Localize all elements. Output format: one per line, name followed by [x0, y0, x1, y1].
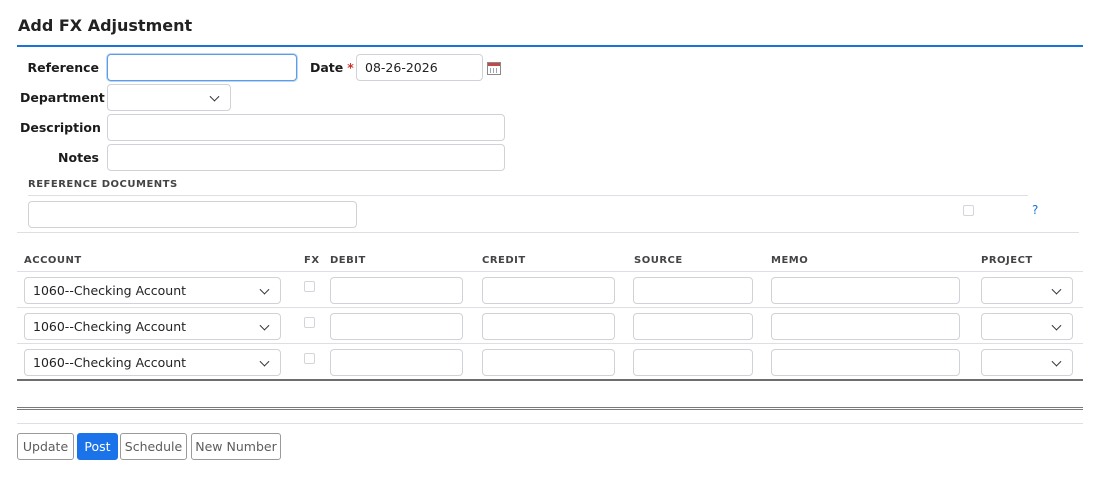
chevron-down-icon: [259, 320, 270, 331]
totals-double-rule: [17, 407, 1083, 410]
actions-divider: [17, 423, 1083, 424]
calendar-icon[interactable]: [487, 62, 501, 75]
reference-documents-divider: [28, 195, 1028, 196]
notes-label: Notes: [58, 150, 99, 165]
notes-input[interactable]: [107, 144, 505, 171]
department-select[interactable]: [107, 84, 231, 111]
account-value: 1060--Checking Account: [33, 283, 187, 298]
table-row-divider: [17, 307, 1083, 308]
table-header-divider: [17, 271, 1083, 272]
debit-input[interactable]: [330, 349, 463, 376]
memo-input[interactable]: [771, 313, 960, 340]
account-select[interactable]: 1060--Checking Account: [24, 277, 281, 304]
col-project: PROJECT: [981, 255, 1033, 266]
account-select[interactable]: 1060--Checking Account: [24, 313, 281, 340]
chevron-down-icon: [259, 284, 270, 295]
project-select[interactable]: [981, 313, 1073, 340]
schedule-button[interactable]: Schedule: [120, 433, 187, 460]
chevron-down-icon: [1051, 356, 1062, 367]
project-select[interactable]: [981, 277, 1073, 304]
col-source: SOURCE: [634, 255, 683, 266]
fx-checkbox[interactable]: [304, 317, 315, 328]
reference-documents-heading: REFERENCE DOCUMENTS: [28, 179, 178, 190]
reference-documents-checkbox[interactable]: [963, 205, 974, 216]
col-fx: FX: [304, 255, 320, 266]
credit-input[interactable]: [482, 349, 615, 376]
col-account: ACCOUNT: [24, 255, 82, 266]
page-title: Add FX Adjustment: [18, 16, 193, 35]
memo-input[interactable]: [771, 349, 960, 376]
fx-checkbox[interactable]: [304, 281, 315, 292]
credit-input[interactable]: [482, 277, 615, 304]
chevron-down-icon: [209, 91, 220, 102]
account-value: 1060--Checking Account: [33, 319, 187, 334]
fx-checkbox[interactable]: [304, 353, 315, 364]
source-input[interactable]: [633, 277, 753, 304]
table-row-divider: [17, 343, 1083, 344]
credit-input[interactable]: [482, 313, 615, 340]
chevron-down-icon: [259, 356, 270, 367]
date-input[interactable]: 08-26-2026: [356, 54, 483, 81]
reference-label: Reference: [27, 60, 99, 75]
col-credit: CREDIT: [482, 255, 526, 266]
debit-input[interactable]: [330, 277, 463, 304]
account-select[interactable]: 1060--Checking Account: [24, 349, 281, 376]
account-value: 1060--Checking Account: [33, 355, 187, 370]
source-input[interactable]: [633, 349, 753, 376]
col-debit: DEBIT: [330, 255, 366, 266]
title-divider: [17, 45, 1083, 47]
chevron-down-icon: [1051, 284, 1062, 295]
description-input[interactable]: [107, 114, 505, 141]
reference-documents-input[interactable]: [28, 201, 357, 228]
table-footer-rule: [17, 379, 1083, 381]
update-button[interactable]: Update: [17, 433, 74, 460]
date-label: Date *: [310, 60, 354, 75]
section-divider: [17, 232, 1079, 233]
department-label: Department: [20, 90, 105, 105]
memo-input[interactable]: [771, 277, 960, 304]
source-input[interactable]: [633, 313, 753, 340]
help-link[interactable]: ?: [1032, 203, 1038, 217]
project-select[interactable]: [981, 349, 1073, 376]
required-marker: *: [347, 60, 354, 75]
post-button[interactable]: Post: [77, 433, 118, 460]
reference-input[interactable]: [107, 54, 297, 81]
col-memo: MEMO: [771, 255, 809, 266]
description-label: Description: [20, 120, 101, 135]
debit-input[interactable]: [330, 313, 463, 340]
chevron-down-icon: [1051, 320, 1062, 331]
new-number-button[interactable]: New Number: [191, 433, 281, 460]
